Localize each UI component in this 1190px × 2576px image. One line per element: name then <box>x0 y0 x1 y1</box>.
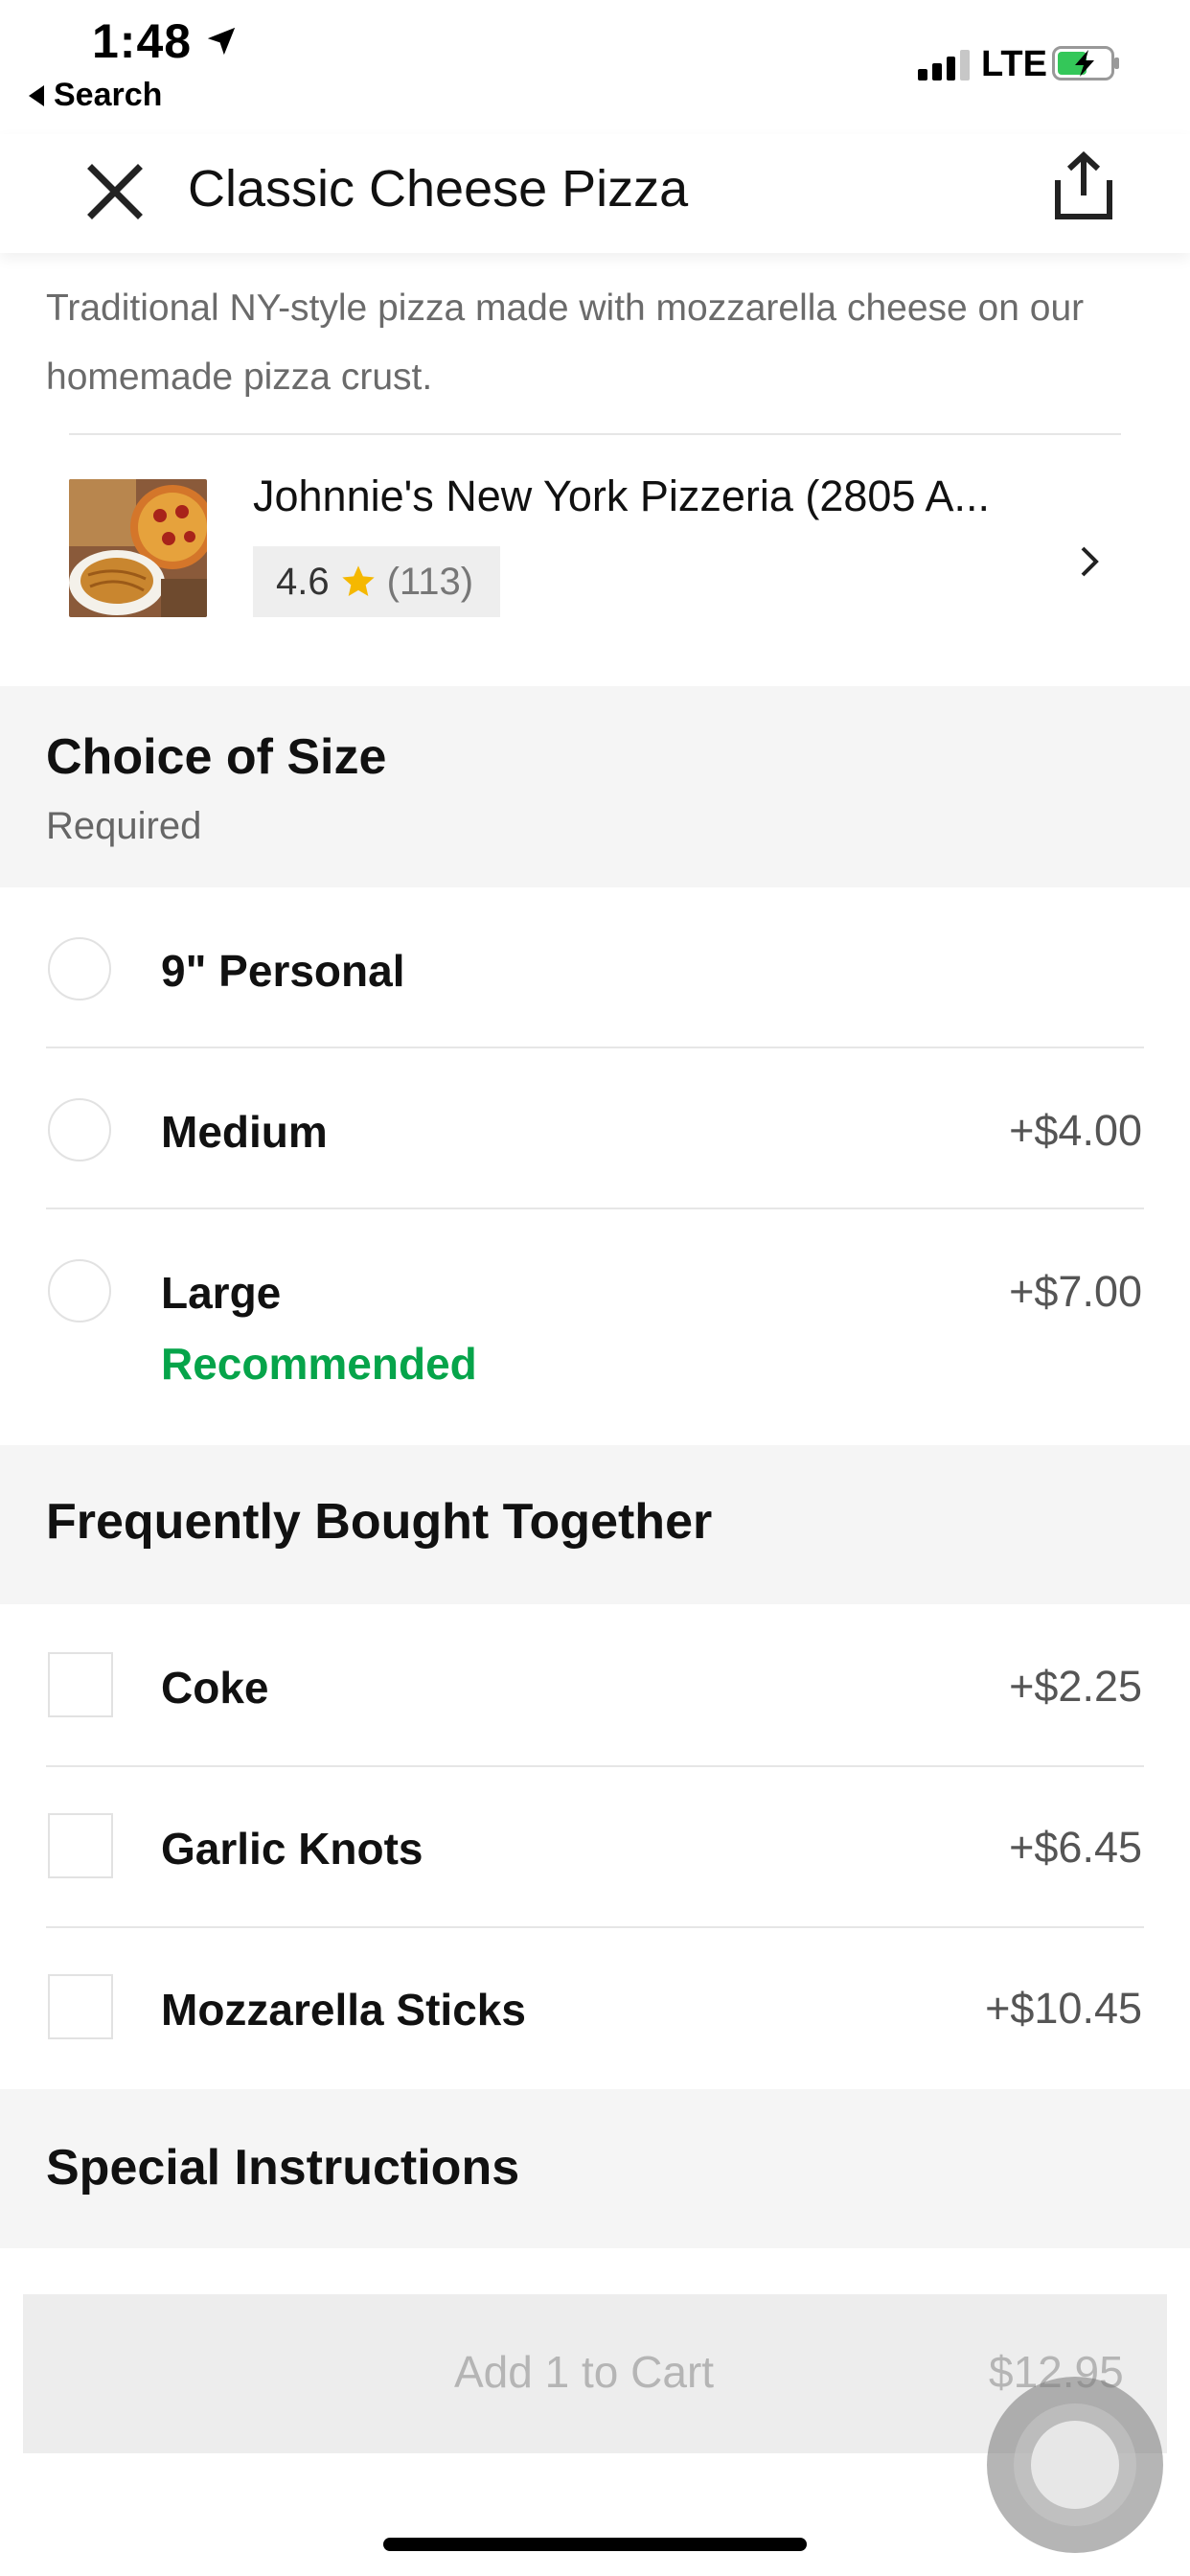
item-description: Traditional NY-style pizza made with moz… <box>46 288 1085 398</box>
size-section-header <box>0 686 1190 887</box>
addon-price: +$10.45 <box>985 1984 1142 2033</box>
page-title: Classic Cheese Pizza <box>188 160 689 218</box>
size-option-label[interactable]: Medium <box>161 1106 328 1158</box>
signal-bars-icon <box>918 48 970 80</box>
checkbox-garlic-knots[interactable] <box>48 1813 113 1878</box>
divider <box>46 1208 1144 1209</box>
size-radio-large[interactable] <box>48 1259 111 1322</box>
addon-label[interactable]: Mozzarella Sticks <box>161 1984 526 2036</box>
share-icon[interactable] <box>1050 151 1117 220</box>
network-label: LTE <box>981 44 1047 84</box>
size-radio-medium[interactable] <box>48 1098 111 1162</box>
rating-badge: 4.6 (113) <box>253 546 500 617</box>
size-radio-personal[interactable] <box>48 937 111 1000</box>
instructions-section-title: Special Instructions <box>46 2140 520 2196</box>
divider <box>46 1046 1144 1048</box>
size-option-price: +$7.00 <box>1009 1267 1142 1316</box>
close-icon[interactable] <box>84 161 146 222</box>
back-triangle-icon <box>29 84 44 106</box>
size-section-title: Choice of Size <box>46 729 387 785</box>
divider <box>46 1765 1144 1767</box>
battery-charging-icon <box>1052 46 1119 80</box>
star-icon <box>341 565 375 596</box>
fbt-section-title: Frequently Bought Together <box>46 1494 713 1550</box>
assistive-touch-dot <box>1031 2421 1119 2509</box>
restaurant-name[interactable]: Johnnie's New York Pizzeria (2805 A... <box>253 472 1048 521</box>
addon-price: +$6.45 <box>1009 1823 1142 1872</box>
divider <box>69 433 1121 435</box>
rating-value: 4.6 <box>276 560 330 603</box>
back-label: Search <box>54 77 163 113</box>
divider <box>46 1926 1144 1928</box>
size-option-label[interactable]: Large <box>161 1267 281 1319</box>
size-section-required: Required <box>46 805 202 847</box>
review-count: (113) <box>386 560 474 603</box>
addon-price: +$2.25 <box>1009 1662 1142 1711</box>
back-to-search-button[interactable]: Search <box>29 77 162 114</box>
chevron-right-icon[interactable] <box>1075 542 1104 581</box>
recommended-tag: Recommended <box>161 1339 477 1389</box>
size-option-label[interactable]: 9" Personal <box>161 945 404 997</box>
home-indicator[interactable] <box>383 2538 807 2551</box>
addon-label[interactable]: Coke <box>161 1662 268 1714</box>
checkbox-coke[interactable] <box>48 1652 113 1717</box>
size-option-price: +$4.00 <box>1009 1106 1142 1155</box>
checkbox-mozzarella-sticks[interactable] <box>48 1974 113 2039</box>
restaurant-thumbnail[interactable] <box>69 479 207 617</box>
add-to-cart-label: Add 1 to Cart <box>454 2347 715 2397</box>
addon-label[interactable]: Garlic Knots <box>161 1823 423 1874</box>
status-time: 1:48 <box>92 14 193 68</box>
location-arrow-icon <box>207 27 236 56</box>
